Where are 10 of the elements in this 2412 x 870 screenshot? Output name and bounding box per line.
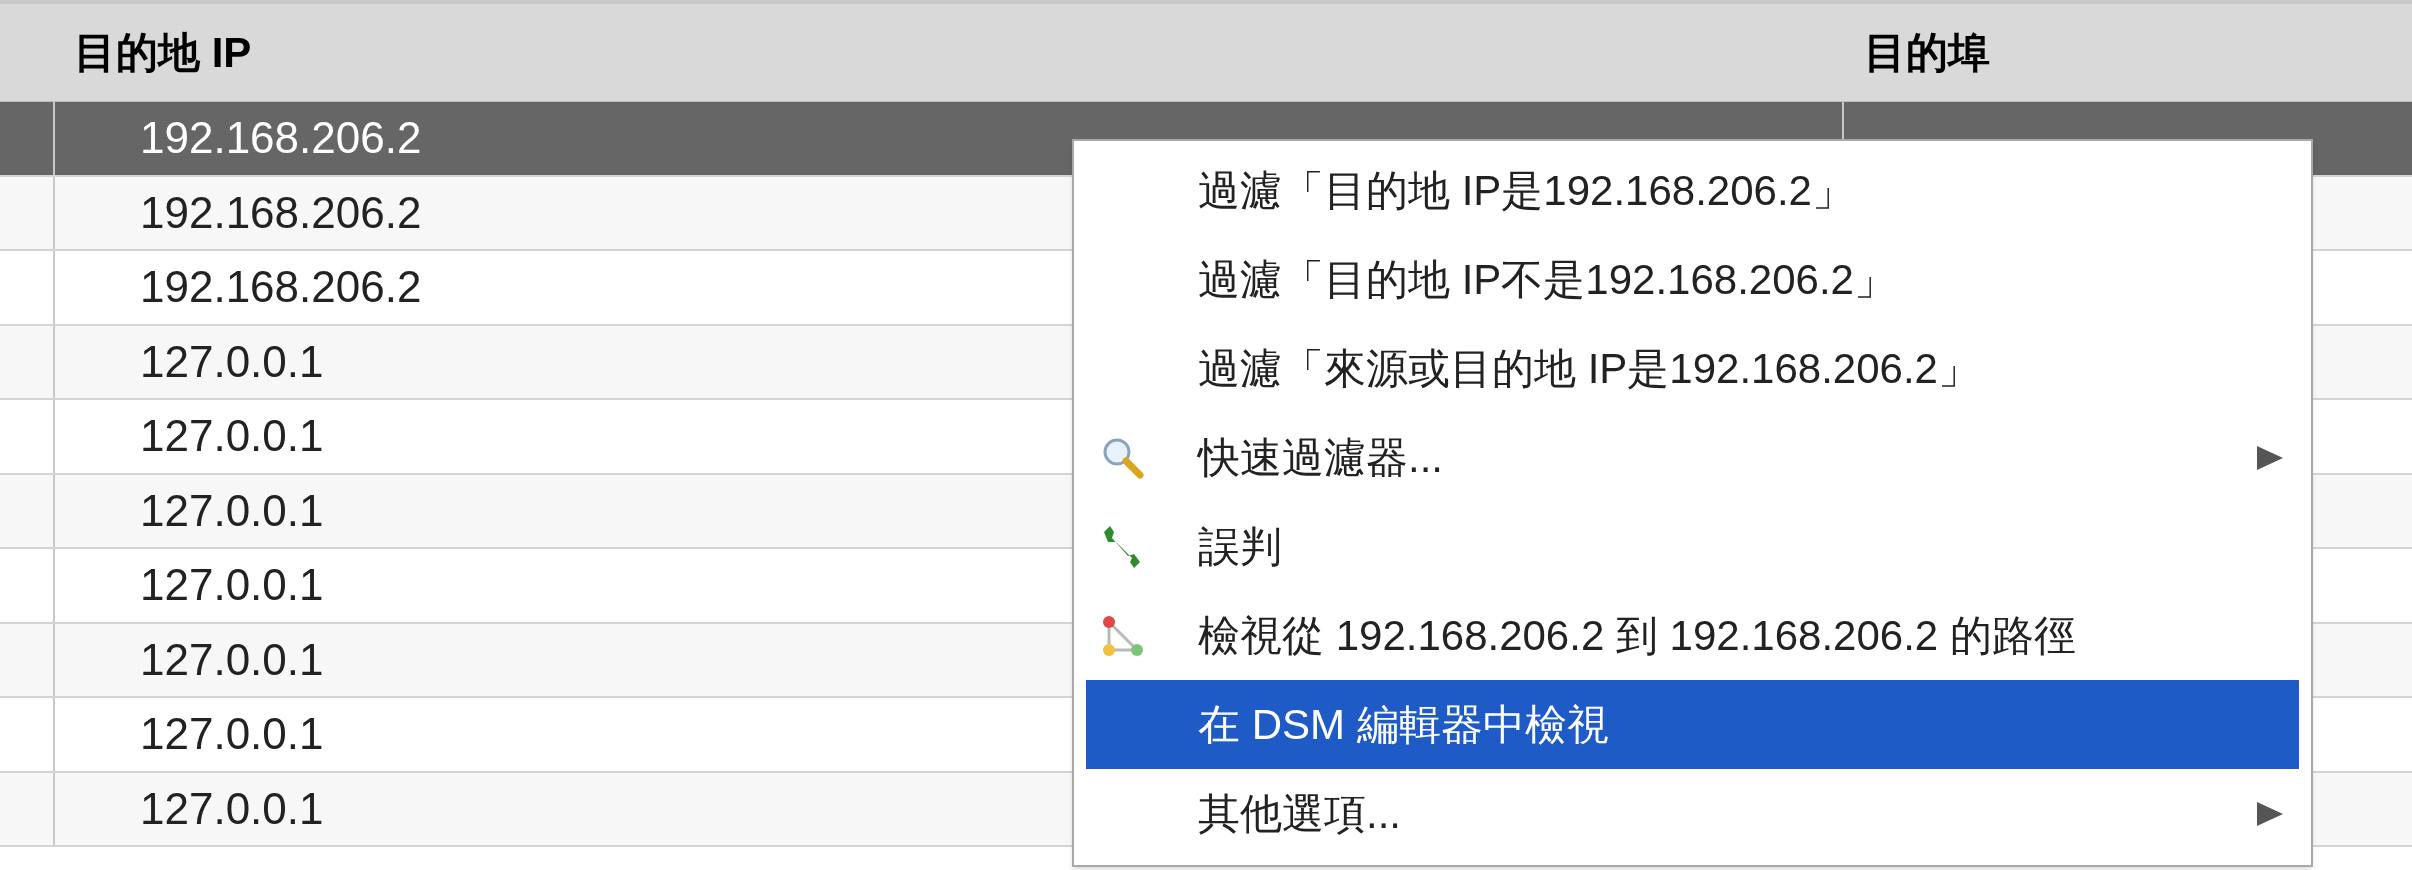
- table-cell: 192.168.206.2: [140, 265, 422, 310]
- table-cell: 192.168.206.2: [140, 116, 422, 161]
- table-cell: 127.0.0.1: [140, 637, 324, 682]
- table-cell: 127.0.0.1: [140, 786, 324, 831]
- table-cell: 127.0.0.1: [140, 339, 324, 384]
- table-cell: 127.0.0.1: [140, 712, 324, 757]
- table-cell: 127.0.0.1: [140, 414, 324, 459]
- table-cell: 192.168.206.2: [140, 190, 422, 235]
- table-cell: 127.0.0.1: [140, 488, 324, 533]
- table-cell: 127.0.0.1: [140, 563, 324, 608]
